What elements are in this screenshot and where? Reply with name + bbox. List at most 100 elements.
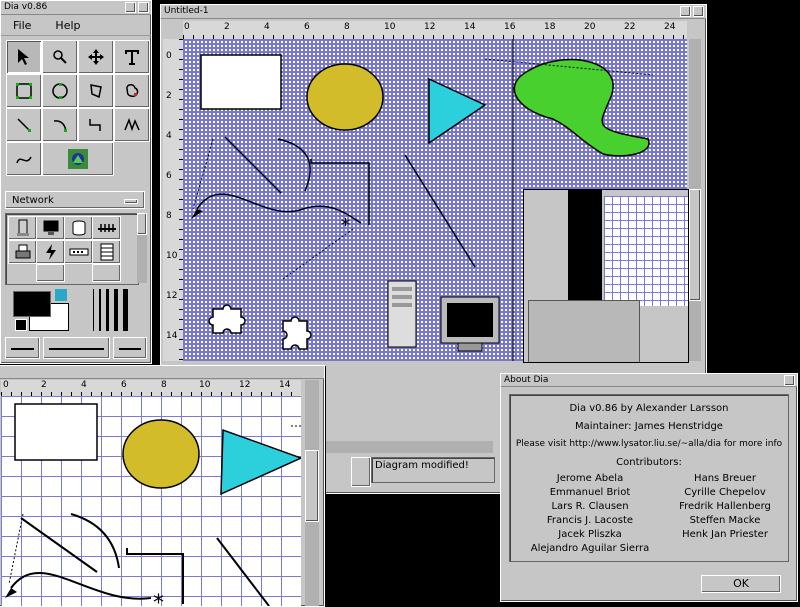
ruler-label: 10 [384,22,396,32]
scroll-tool-icon[interactable] [78,40,114,74]
ruler-label: 14 [279,380,291,390]
triangle-shape-zoom[interactable] [220,428,301,496]
monitor-shape[interactable] [440,296,500,352]
workstation-icon[interactable] [8,216,37,240]
blob-shape[interactable] [513,58,650,157]
sheet-selector-value: Network [12,195,54,206]
ruler-corner [163,21,183,39]
swap-colors-icon[interactable] [55,289,67,301]
ruler-label: 10 [199,380,211,390]
ruler-label: 12 [424,22,436,32]
contributor-name: Fredrik Hallenberg [679,501,771,512]
second-view-vertical-scrollbar[interactable] [305,380,319,606]
sheet-selector[interactable]: Network [5,191,145,209]
ruler-label: 2 [41,380,47,390]
zoom-selector[interactable] [351,457,371,487]
polyline-tool-icon[interactable] [114,108,150,142]
sheet-scrollbar[interactable] [137,213,147,283]
foreground-color-swatch[interactable] [13,291,51,317]
zigzag-tool-icon[interactable] [78,108,114,142]
lightning-icon[interactable] [36,240,65,264]
network-object-icon[interactable] [36,264,65,282]
sheet-scrollbar-thumb[interactable] [137,213,147,235]
second-view-titlebar[interactable] [0,366,324,379]
embedded-screenshot-image[interactable] [523,189,689,363]
ruler-label: 8 [166,211,172,221]
diagram-titlebar[interactable]: Untitled-1 [161,5,706,19]
maximize-button[interactable] [138,2,149,13]
hub-icon[interactable] [92,216,121,240]
arc-tool-icon[interactable] [42,108,78,142]
contributor-name: Jerome Abela [556,473,624,484]
diagram-canvas[interactable]: * [183,39,689,363]
vertical-scrollbar-thumb[interactable] [689,189,701,301]
bezierline-tool-icon[interactable] [6,142,42,176]
ruler-label: 8 [344,22,350,32]
minimize-button[interactable] [125,2,136,13]
line-tool-icon[interactable] [6,108,42,142]
image-tool-icon[interactable] [42,142,114,176]
ruler-label: 20 [584,22,596,32]
pointer-tool-icon[interactable] [6,40,42,74]
triangle-shape[interactable] [428,77,487,145]
ruler-label: 6 [121,380,127,390]
ruler-label: 0 [184,22,190,32]
ruler-label: 0 [166,51,172,61]
ruler-label: 12 [239,380,251,390]
end-arrow-selector[interactable] [112,337,147,359]
box-tool-icon[interactable] [6,74,42,108]
zigzag-shape[interactable] [310,159,370,225]
rack-icon[interactable] [92,240,121,264]
puzzle-piece-shape-2[interactable] [282,316,312,350]
minimize-button[interactable] [680,6,691,17]
default-colors-icon[interactable] [15,319,27,331]
ruler-label: 10 [166,251,178,261]
menu-file[interactable]: File [13,19,31,32]
color-selector[interactable] [9,289,71,333]
ruler-label: 0 [3,380,9,390]
puzzle-piece-shape[interactable] [208,304,246,334]
ellipse-tool-icon[interactable] [42,74,78,108]
disk-storage-icon[interactable] [64,216,93,240]
line-shape[interactable] [224,136,282,194]
beziergon-tool-icon[interactable] [114,74,150,108]
about-titlebar[interactable]: About Dia [501,374,797,387]
ruler-label: 4 [264,22,270,32]
line-width-selector[interactable] [93,289,139,331]
ruler-label: 24 [664,22,676,32]
menu-help[interactable]: Help [55,19,80,32]
ruler-label: 18 [544,22,556,32]
ellipse-shape[interactable] [306,63,384,131]
server-tower-shape[interactable] [387,280,417,348]
network-object-icon-2[interactable] [92,264,121,282]
contributor-name: Jacek Pliszka [558,529,622,540]
rectangle-shape[interactable] [200,54,282,110]
toolbox-titlebar[interactable]: Dia v0.86 [1,1,151,15]
maximize-button[interactable] [693,6,704,17]
bezier-line-shape[interactable] [196,193,362,224]
line-style-selector[interactable] [42,337,110,359]
diagram-horizontal-scrollbar[interactable] [323,441,493,453]
text-tool-icon[interactable] [114,40,150,74]
about-title: About Dia [504,375,549,385]
ruler-label: 4 [166,131,172,141]
ruler-label: 6 [304,22,310,32]
polygon-tool-icon[interactable] [78,74,114,108]
diagram-vertical-scrollbar[interactable] [689,39,701,361]
printer-icon[interactable] [8,240,37,264]
second-view-canvas[interactable]: * [1,396,301,606]
close-icon[interactable] [784,375,795,386]
contributors-heading: Contributors: [616,457,682,468]
monitor-icon[interactable] [36,216,65,240]
ok-button[interactable]: OK [701,575,781,593]
ruler-label: 6 [166,171,172,181]
ellipse-shape-zoom[interactable] [122,419,200,489]
start-arrow-selector[interactable] [5,337,40,359]
modem-icon[interactable] [64,240,93,264]
magnify-tool-icon[interactable] [42,40,78,74]
second-view-scrollbar-thumb[interactable] [305,450,319,522]
vertical-ruler: 0 2 4 6 8 10 12 14 [163,39,183,361]
arc-shape[interactable] [277,138,311,192]
rectangle-shape-zoom[interactable] [14,403,98,461]
sheet-objects-panel [5,213,139,285]
